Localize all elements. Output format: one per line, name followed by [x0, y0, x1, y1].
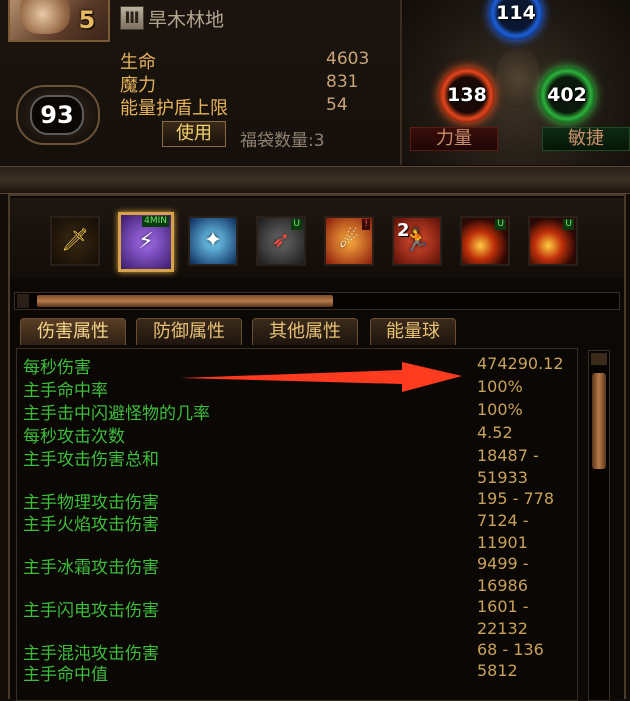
level-badge: 93 — [16, 85, 100, 145]
stat-label: 主手命中值 — [23, 665, 108, 685]
statue-face-icon — [496, 48, 540, 108]
stat-value: 68 - 136 — [477, 640, 544, 659]
stat-list: 每秒伤害 474290.12 主手命中率 100% 主手击中闪避怪物的几率 10… — [16, 348, 578, 701]
portrait-badge: 5 — [78, 6, 96, 34]
zone-name: 旱木林地 — [148, 9, 225, 31]
stats-panel: 🗡 ⚡ 4MIN ✦ ➶ U ☄ ! 🏃 2 U U 伤害属性 防御属性 其他属… — [8, 194, 626, 701]
stat-value-cont: 22132 — [477, 619, 528, 638]
skill-slot-6[interactable]: 🏃 2 — [392, 216, 442, 266]
skill-tag: 4MIN — [142, 216, 169, 227]
skill-tag: ! — [362, 219, 370, 230]
arrow-shape — [180, 362, 462, 392]
tab-other[interactable]: 其他属性 — [252, 318, 358, 345]
attribute-orbs-panel: 114 138 402 力量 敏捷 — [400, 0, 630, 165]
skill-tag: U — [495, 219, 506, 230]
skill-bar: 🗡 ⚡ 4MIN ✦ ➶ U ☄ ! 🏃 2 U U — [10, 198, 624, 278]
stat-value: 4.52 — [477, 423, 513, 442]
stat-label: 主手冰霜攻击伤害 — [23, 558, 159, 578]
skill-slot-4[interactable]: ➶ U — [256, 216, 306, 266]
skill-slot-1[interactable]: 🗡 — [50, 216, 100, 266]
hp-value: 4603 — [326, 49, 370, 69]
annotation-arrow-icon — [180, 362, 462, 392]
stat-value: 5812 — [477, 661, 518, 680]
stat-value: 100% — [477, 400, 523, 419]
stat-value-cont: 16986 — [477, 576, 528, 595]
tab-damage[interactable]: 伤害属性 — [20, 318, 126, 345]
intelligence-orb: 114 — [489, 0, 543, 40]
skill-scrollbar[interactable] — [14, 292, 620, 310]
stat-list-scrollbar[interactable] — [588, 350, 610, 701]
stat-value: 100% — [477, 377, 523, 396]
strength-label: 力量 — [410, 127, 498, 151]
character-header: 5 Ⅲ 旱木林地 生命 4603 魔力 831 能量护盾上限 54 93 使用 … — [0, 0, 630, 165]
scroll-up-button[interactable] — [591, 353, 607, 365]
scrollbar-thumb[interactable] — [37, 295, 333, 307]
skill-tag: U — [563, 219, 574, 230]
stat-value: 9499 - — [477, 554, 529, 573]
stat-label: 每秒伤害 — [23, 358, 91, 378]
stat-label: 每秒攻击次数 — [23, 427, 125, 447]
skill-slot-3[interactable]: ✦ — [188, 216, 238, 266]
stat-value: 195 - 778 — [477, 489, 555, 508]
scrollbar-thumb[interactable] — [592, 373, 606, 469]
luck-bag-count: 福袋数量:3 — [240, 131, 325, 151]
stat-value: 1601 - — [477, 597, 529, 616]
dexterity-orb: 402 — [539, 67, 595, 123]
level-value: 93 — [30, 95, 84, 135]
electric-spark-icon: ✦ — [203, 228, 223, 253]
scroll-left-button[interactable] — [17, 294, 29, 308]
skill-count: 2 — [397, 220, 410, 241]
skill-slot-8[interactable]: U — [528, 216, 578, 266]
skill-slot-5[interactable]: ☄ ! — [324, 216, 374, 266]
tab-energy-orb[interactable]: 能量球 — [370, 318, 456, 345]
tier-badge: Ⅲ — [120, 6, 144, 30]
stat-label: 主手火焰攻击伤害 — [23, 515, 159, 535]
stat-value: 7124 - — [477, 511, 529, 530]
energy-shield-value: 54 — [326, 95, 348, 115]
stat-value: 18487 - — [477, 446, 539, 465]
stat-value-cont: 11901 — [477, 533, 528, 552]
stat-label: 主手攻击伤害总和 — [23, 450, 159, 470]
energy-shield-label: 能量护盾上限 — [120, 98, 228, 119]
ornamental-divider — [0, 166, 630, 194]
use-button[interactable]: 使用 — [162, 121, 226, 147]
tab-defense[interactable]: 防御属性 — [136, 318, 242, 345]
skill-slot-7[interactable]: U — [460, 216, 510, 266]
stat-value: 474290.12 — [477, 354, 564, 373]
portrait-face — [20, 0, 70, 34]
strength-orb: 138 — [439, 67, 495, 123]
stat-label: 主手击中闪避怪物的几率 — [23, 404, 210, 424]
skill-tag: U — [291, 219, 302, 230]
stat-label: 主手命中率 — [23, 381, 108, 401]
sword-icon: 🗡 — [61, 228, 89, 253]
stat-label: 主手闪电攻击伤害 — [23, 601, 159, 621]
skill-slot-2[interactable]: ⚡ 4MIN — [118, 212, 174, 272]
stat-value-cont: 51933 — [477, 468, 528, 487]
mana-value: 831 — [326, 72, 359, 92]
dexterity-label: 敏捷 — [542, 127, 630, 151]
